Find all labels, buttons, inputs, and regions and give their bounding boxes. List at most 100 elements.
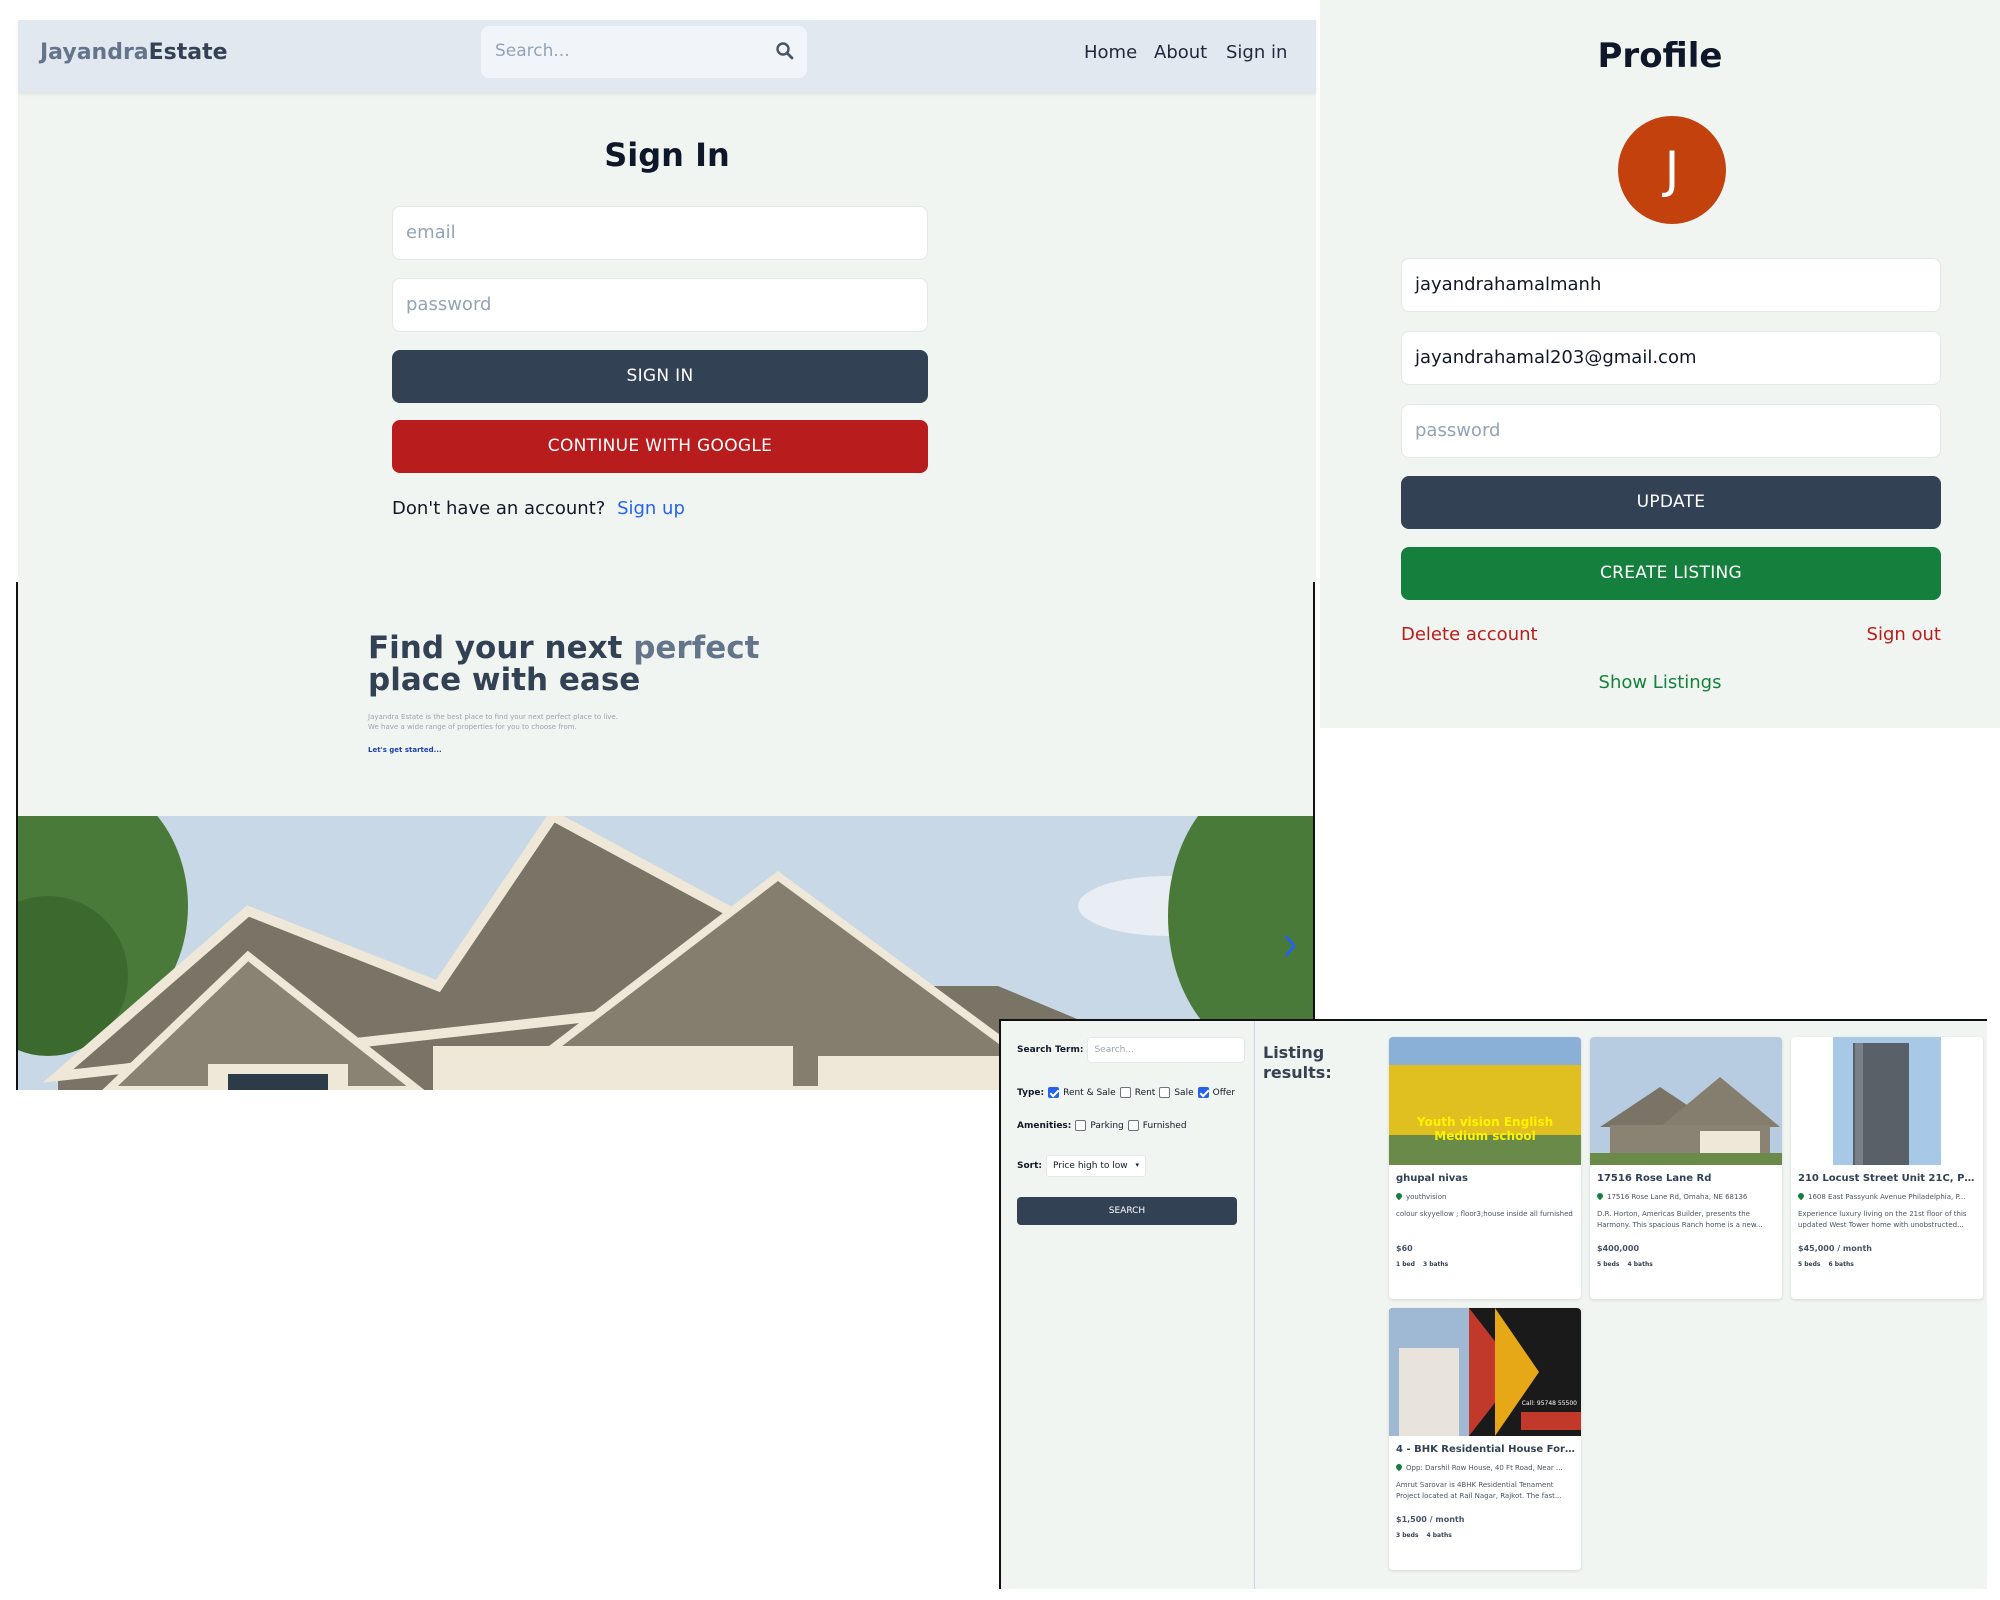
hero-title: Find your next perfect place with ease	[368, 632, 759, 696]
type-label: Type:	[1017, 1087, 1045, 1098]
results-title-line1: Listing	[1263, 1043, 1325, 1062]
email-field[interactable]: email	[392, 206, 928, 260]
signup-link[interactable]: Sign up	[617, 498, 685, 519]
nav-about[interactable]: About	[1154, 42, 1207, 63]
search-term-input[interactable]: Search...	[1087, 1037, 1246, 1063]
location-pin-icon	[1597, 1193, 1605, 1201]
listing-image	[1791, 1037, 1983, 1165]
sort-select[interactable]: Price high to low ▾	[1046, 1155, 1147, 1177]
parking-label: Parking	[1090, 1120, 1124, 1131]
signin-title: Sign In	[604, 136, 730, 174]
listing-price: $60	[1396, 1244, 1413, 1253]
listing-image-text: Youth vision English Medium school	[1416, 1115, 1554, 1143]
hero-title-part1: Find your next	[368, 630, 634, 666]
password-field[interactable]: password	[392, 278, 928, 332]
listing-baths: 6 baths	[1828, 1261, 1854, 1268]
rent-and-sale-label: Rent & Sale	[1063, 1087, 1116, 1098]
listing-price: $400,000	[1597, 1244, 1640, 1253]
listing-card[interactable]: Youth vision English Medium school ghupa…	[1389, 1037, 1581, 1299]
listing-baths: 4 baths	[1627, 1261, 1653, 1268]
location-pin-icon	[1798, 1193, 1806, 1201]
listing-beds: 5 beds	[1597, 1261, 1620, 1268]
profile-title: Profile	[1597, 36, 1723, 76]
listing-beds: 3 beds	[1396, 1532, 1419, 1539]
listing-card[interactable]: Call: 95748 55500 4 - BHK Residential Ho…	[1389, 1308, 1581, 1570]
listing-rooms: 1 bed 3 baths	[1396, 1261, 1448, 1268]
show-listings-link[interactable]: Show Listings	[1599, 672, 1722, 693]
search-button[interactable]: SEARCH	[1017, 1197, 1237, 1225]
no-account-prompt: Don't have an account? Sign up	[392, 498, 685, 519]
rent-label: Rent	[1134, 1087, 1156, 1098]
search-filters: Search Term: Search... Type: Rent & Sale…	[1001, 1021, 1255, 1589]
listing-address-text: Opp: Darshil Row House, 40 Ft Road, Near…	[1406, 1464, 1563, 1472]
listing-beds: 1 bed	[1396, 1261, 1415, 1268]
signin-button[interactable]: SIGN IN	[392, 350, 928, 403]
listing-name: 210 Locust Street Unit 21C, Phila...	[1798, 1173, 1978, 1184]
chevron-down-icon: ▾	[1135, 1161, 1140, 1169]
update-button[interactable]: UPDATE	[1401, 476, 1941, 529]
location-pin-icon	[1396, 1464, 1404, 1472]
listing-baths: 3 baths	[1422, 1261, 1449, 1268]
sort-row: Sort: Price high to low ▾	[1017, 1155, 1147, 1177]
google-signin-button[interactable]: CONTINUE WITH GOOGLE	[392, 420, 928, 473]
listing-description: Amrut Sarovar is 4BHK Residential Tename…	[1396, 1481, 1562, 1500]
amenities-filter-row: Amenities: Parking Furnished	[1017, 1120, 1187, 1131]
nav-home[interactable]: Home	[1084, 42, 1137, 63]
listing-image: Call: 95748 55500	[1389, 1308, 1581, 1436]
logo-part1: Jayandra	[40, 40, 149, 65]
listing-address: 17516 Rose Lane Rd, Omaha, NE 68136	[1597, 1193, 1777, 1201]
listing-baths: 4 baths	[1426, 1532, 1452, 1539]
no-account-text: Don't have an account?	[392, 498, 606, 519]
rent-checkbox[interactable]	[1119, 1087, 1131, 1098]
sign-out-link[interactable]: Sign out	[1867, 624, 1941, 645]
listing-card[interactable]: 210 Locust Street Unit 21C, Phila... 160…	[1791, 1037, 1983, 1299]
offer-checkbox[interactable]	[1197, 1087, 1209, 1098]
listing-rooms: 5 beds 4 baths	[1597, 1261, 1653, 1268]
hero-title-accent: perfect	[633, 630, 760, 666]
sale-checkbox[interactable]	[1159, 1087, 1171, 1098]
listing-price: $45,000 / month	[1798, 1244, 1872, 1253]
nav-signin[interactable]: Sign in	[1226, 42, 1287, 63]
sort-value: Price high to low	[1053, 1161, 1128, 1171]
site-logo[interactable]: JayandraEstate	[40, 40, 228, 65]
search-term-label: Search Term:	[1017, 1045, 1084, 1055]
profile-page: Profile J jayandrahamalmanh jayandrahama…	[1320, 0, 2000, 728]
results-title: Listing results:	[1263, 1043, 1332, 1083]
search-icon[interactable]	[775, 41, 795, 61]
furnished-checkbox[interactable]	[1127, 1120, 1139, 1131]
email-value: jayandrahamal203@gmail.com	[1415, 347, 1697, 368]
password-field[interactable]: password	[1401, 404, 1941, 458]
hero-subtitle-line2: We have a wide range of properties for y…	[368, 723, 577, 731]
search-placeholder: Search...	[495, 41, 570, 61]
listing-image: Youth vision English Medium school	[1389, 1037, 1581, 1165]
delete-account-link[interactable]: Delete account	[1401, 624, 1538, 645]
listing-description: colour skyyellow ; floor3;house inside a…	[1396, 1210, 1573, 1218]
listing-description: D.R. Horton, Americas Builder, presents …	[1597, 1210, 1763, 1229]
offer-label: Offer	[1212, 1087, 1236, 1098]
signin-page: JayandraEstate Search... Home About Sign…	[18, 20, 1316, 583]
email-placeholder: email	[406, 222, 456, 243]
search-page: Search Term: Search... Type: Rent & Sale…	[999, 1019, 1987, 1589]
username-field[interactable]: jayandrahamalmanh	[1401, 258, 1941, 312]
parking-checkbox[interactable]	[1075, 1120, 1087, 1131]
listing-address-text: youthvision	[1406, 1193, 1447, 1201]
logo-part2: Estate	[148, 40, 228, 65]
listing-beds: 5 beds	[1798, 1261, 1821, 1268]
hero-title-part2: place with ease	[368, 662, 641, 698]
avatar[interactable]: J	[1618, 116, 1726, 224]
rent-and-sale-checkbox[interactable]	[1048, 1087, 1060, 1098]
listing-description: Experience luxury living on the 21st flo…	[1798, 1210, 1967, 1229]
create-listing-button[interactable]: CREATE LISTING	[1401, 547, 1941, 600]
email-field[interactable]: jayandrahamal203@gmail.com	[1401, 331, 1941, 385]
listing-name: ghupal nivas	[1396, 1173, 1468, 1184]
password-placeholder: password	[406, 294, 492, 315]
password-placeholder: password	[1415, 420, 1501, 441]
search-term-placeholder: Search...	[1094, 1045, 1134, 1055]
results-title-line2: results:	[1263, 1063, 1332, 1082]
listing-card[interactable]: 17516 Rose Lane Rd 17516 Rose Lane Rd, O…	[1590, 1037, 1782, 1299]
header-search-input[interactable]: Search...	[481, 26, 807, 78]
listing-address: 1608 East Passyunk Avenue Philadelphia, …	[1798, 1193, 1978, 1201]
listing-address-text: 1608 East Passyunk Avenue Philadelphia, …	[1808, 1193, 1966, 1201]
listing-rooms: 3 beds 4 baths	[1396, 1532, 1452, 1539]
get-started-link[interactable]: Let's get started...	[368, 746, 442, 754]
